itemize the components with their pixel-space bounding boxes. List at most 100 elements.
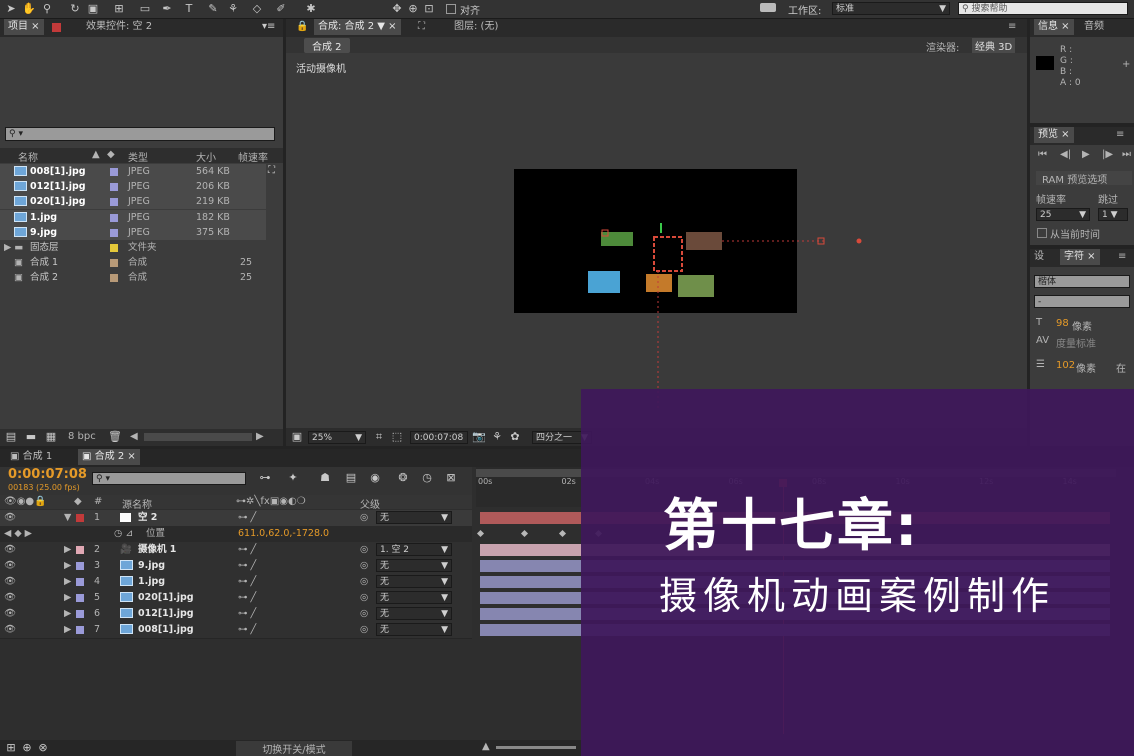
layer-label-swatch[interactable] — [76, 546, 84, 554]
layer-switches[interactable]: ⊶ ╱ — [238, 606, 256, 622]
preview-panel-menu-icon[interactable]: ≡ — [1116, 129, 1124, 140]
layer-switches[interactable]: ⊶ ╱ — [238, 558, 256, 574]
skip-select[interactable]: 1 ▼ — [1098, 208, 1128, 221]
layer-name[interactable]: 008[1].jpg — [138, 622, 194, 638]
tab-info[interactable]: 信息 × — [1034, 19, 1074, 35]
col-size[interactable]: 大小 — [196, 149, 216, 164]
font-style-select[interactable]: - — [1034, 295, 1130, 308]
label-swatch[interactable] — [110, 168, 118, 176]
timeline-layer-row[interactable]: 👁 ▶ 2 🎥 摄像机 1 ⊶ ╱ ◎ 1. 空 2 ▼ — [0, 542, 472, 559]
eraser-tool-icon[interactable]: ◇ — [250, 2, 264, 16]
last-frame-icon[interactable]: ⏭ — [1122, 149, 1131, 160]
pan-behind-tool-icon[interactable]: ⊞ — [112, 2, 126, 16]
visibility-icon[interactable]: 👁 — [4, 510, 16, 526]
tab-effect-controls[interactable]: 效果控件: 空 2 — [82, 19, 156, 35]
layer-label-swatch[interactable] — [76, 594, 84, 602]
current-time-field[interactable]: 0:00:07:08 — [410, 431, 468, 444]
current-time-display[interactable]: 0:00:07:08 — [8, 467, 87, 482]
visibility-icon[interactable]: 👁 — [4, 622, 16, 638]
parent-select[interactable]: 无 ▼ — [376, 607, 452, 620]
layer-label-swatch[interactable] — [76, 578, 84, 586]
motion-blur-icon[interactable]: ◉ — [368, 471, 382, 485]
project-item[interactable]: 008[1].jpg JPEG 564 KB — [0, 164, 266, 179]
expand-twirl-icon[interactable]: ▶ — [64, 622, 71, 638]
project-item[interactable]: 9.jpg JPEG 375 KB — [0, 224, 266, 240]
frame-blending-icon[interactable]: ▤ — [344, 471, 358, 485]
pen-tool-icon[interactable]: ✒ — [160, 2, 174, 16]
always-preview-icon[interactable]: ▣ — [290, 430, 304, 444]
layer-label-swatch[interactable] — [76, 610, 84, 618]
mask-visibility-icon[interactable]: ⬚ — [390, 430, 404, 444]
label-swatch[interactable] — [110, 213, 118, 222]
layer-name[interactable]: 020[1].jpg — [138, 590, 194, 606]
show-snapshot-icon[interactable]: ⚘ — [490, 430, 504, 444]
prev-frame-icon[interactable]: ◀| — [1060, 149, 1071, 160]
scroll-left-icon[interactable]: ◀ — [130, 431, 138, 442]
stopwatch-icon[interactable]: ◷ ⊿ — [114, 526, 133, 542]
puppet-pin-icon[interactable]: ✱ — [304, 2, 318, 16]
timeline-layer-row[interactable]: 👁 ▶ 5 020[1].jpg ⊶ ╱ ◎ 无 ▼ — [0, 590, 472, 607]
position-value[interactable]: 611.0,62.0,-1728.0 — [238, 526, 329, 542]
next-frame-icon[interactable]: |▶ — [1102, 149, 1113, 160]
layer-label-swatch[interactable] — [76, 626, 84, 634]
pickwhip-icon[interactable]: ◎ — [360, 606, 368, 622]
new-comp-icon[interactable]: ▦ — [44, 430, 58, 444]
snapshot-icon[interactable]: 📷 — [472, 430, 486, 444]
project-item[interactable]: 1.jpg JPEG 182 KB — [0, 209, 266, 225]
layer-name[interactable]: 空 2 — [138, 510, 157, 526]
project-item[interactable]: ▣ 合成 1 合成 25 — [0, 255, 266, 270]
visibility-icon[interactable]: 👁 — [4, 574, 16, 590]
parent-select[interactable]: 无 ▼ — [376, 591, 452, 604]
comp-mini-flowchart-icon[interactable]: ⊶ — [258, 471, 272, 485]
keyframe-navigator[interactable]: ◀ ◆ ▶ — [4, 526, 32, 542]
layer-label-swatch[interactable] — [76, 514, 84, 522]
visibility-icon[interactable]: 👁 — [4, 590, 16, 606]
leading-value[interactable]: 102 — [1056, 360, 1075, 371]
label-swatch[interactable] — [110, 244, 118, 252]
timeline-layer-row[interactable]: 👁 ▶ 7 008[1].jpg ⊶ ╱ ◎ 无 ▼ — [0, 622, 472, 639]
graph-editor-icon[interactable]: ⊠ — [444, 471, 458, 485]
label-swatch[interactable] — [110, 228, 118, 237]
project-search-input[interactable]: ⚲ ▾ — [5, 127, 275, 141]
kerning-value[interactable]: 度量标准 — [1056, 335, 1096, 350]
play-icon[interactable]: ▶ — [1082, 149, 1090, 160]
tab-comp-2[interactable]: ▣ 合成 2 × — [78, 449, 140, 465]
snap-checkbox[interactable] — [446, 4, 456, 14]
label-swatch[interactable] — [110, 259, 118, 268]
workspace-select[interactable]: 标准 ▼ — [832, 2, 950, 15]
expand-transfer-icon[interactable]: ⊕ — [20, 741, 34, 755]
auto-keyframe-icon[interactable]: ◷ — [420, 471, 434, 485]
first-frame-icon[interactable]: ⏮ — [1038, 149, 1047, 160]
pickwhip-icon[interactable]: ◎ — [360, 542, 368, 558]
world-axis-icon[interactable]: ⊕ — [406, 2, 420, 16]
brush-tool-icon[interactable]: ✎ — [206, 2, 220, 16]
from-current-checkbox[interactable] — [1037, 228, 1047, 238]
layer-switches[interactable]: ⊶ ╱ — [238, 574, 256, 590]
project-item[interactable]: ▣ 合成 2 合成 25 — [0, 270, 266, 285]
hand-tool-icon[interactable]: ✋ — [22, 2, 36, 16]
horizontal-scrollbar[interactable] — [144, 433, 252, 441]
type-tool-icon[interactable]: T — [182, 2, 196, 16]
layer-name[interactable]: 1.jpg — [138, 574, 165, 590]
position-keyframe[interactable] — [558, 529, 567, 538]
layer-switches[interactable]: ⊶ ╱ — [238, 510, 256, 526]
layer-switches[interactable]: ⊶ ╱ — [238, 542, 256, 558]
camera-tool-icon[interactable]: ▣ — [86, 2, 100, 16]
search-help-input[interactable]: ⚲ 搜索帮助 — [958, 2, 1128, 15]
trash-icon[interactable]: 🗑 — [108, 430, 122, 444]
toggle-switches-modes[interactable]: 切换开关/模式 — [236, 741, 352, 756]
flowchart-icon[interactable]: ⛶ — [268, 165, 275, 176]
layer-switches[interactable]: ⊶ ╱ — [238, 622, 256, 638]
visibility-icon[interactable]: 👁 — [4, 542, 16, 558]
fps-select[interactable]: 25 ▼ — [1036, 208, 1090, 221]
parent-select[interactable]: 无 ▼ — [376, 559, 452, 572]
zoom-tool-icon[interactable]: ⚲ — [40, 2, 54, 16]
layer-name[interactable]: 9.jpg — [138, 558, 165, 574]
parent-select[interactable]: 无 ▼ — [376, 511, 452, 524]
col-fps[interactable]: 帧速率 — [238, 149, 268, 164]
tab-comp-1[interactable]: ▣ 合成 1 — [6, 449, 56, 465]
safe-margins-icon[interactable]: ⌗ — [372, 430, 386, 444]
timeline-layer-row[interactable]: 👁 ▶ 4 1.jpg ⊶ ╱ ◎ 无 ▼ — [0, 574, 472, 591]
pickwhip-icon[interactable]: ◎ — [360, 590, 368, 606]
roto-brush-icon[interactable]: ✐ — [274, 2, 288, 16]
